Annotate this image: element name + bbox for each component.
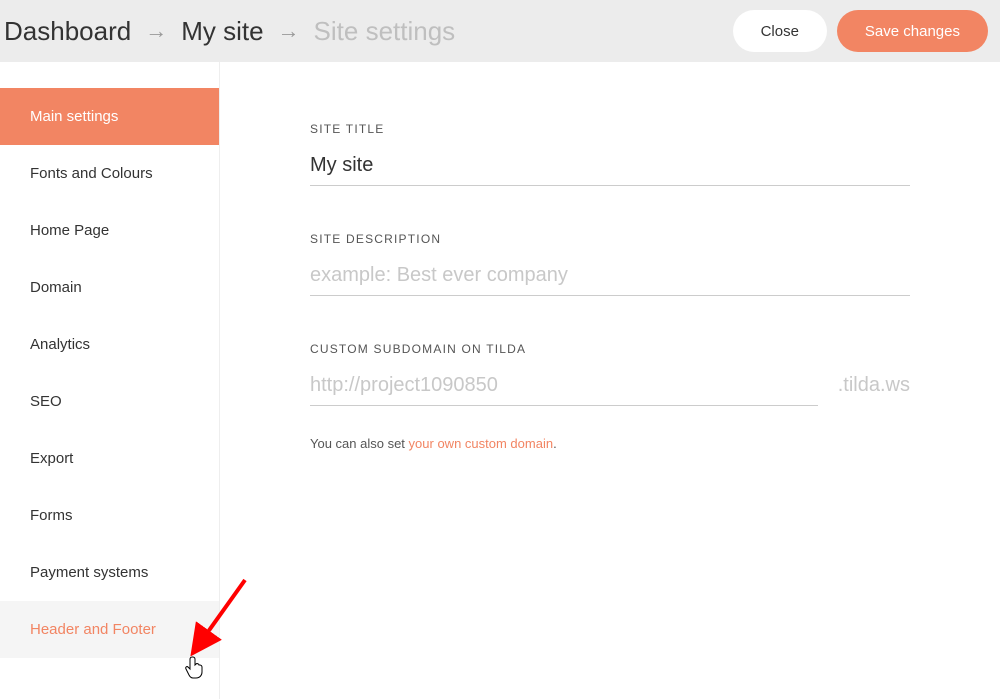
custom-domain-helper: You can also set your own custom domain. (310, 436, 910, 451)
helper-period: . (553, 436, 557, 451)
subdomain-input[interactable] (360, 370, 818, 406)
custom-domain-link[interactable]: your own custom domain (409, 436, 554, 451)
sidebar-item-fonts-colours[interactable]: Fonts and Colours (0, 145, 219, 202)
breadcrumb-current: Site settings (314, 16, 456, 47)
subdomain-field: CUSTOM SUBDOMAIN ON TILDA http:// .tilda… (310, 342, 910, 406)
body: Main settings Fonts and Colours Home Pag… (0, 62, 1000, 699)
sidebar-item-seo[interactable]: SEO (0, 373, 219, 430)
breadcrumb-dashboard[interactable]: Dashboard (4, 16, 131, 47)
sidebar-item-payment-systems[interactable]: Payment systems (0, 544, 219, 601)
sidebar-item-domain[interactable]: Domain (0, 259, 219, 316)
breadcrumb-arrow-icon: → (278, 18, 300, 44)
site-description-label: SITE DESCRIPTION (310, 232, 910, 246)
breadcrumb-arrow-icon: → (145, 18, 167, 44)
top-bar: Dashboard → My site → Site settings Clos… (0, 0, 1000, 62)
helper-text: You can also set (310, 436, 409, 451)
main-panel: SITE TITLE SITE DESCRIPTION CUSTOM SUBDO… (220, 62, 1000, 699)
sidebar-item-analytics[interactable]: Analytics (0, 316, 219, 373)
sidebar-item-main-settings[interactable]: Main settings (0, 88, 219, 145)
site-title-field: SITE TITLE (310, 122, 910, 186)
site-description-input[interactable] (310, 260, 910, 296)
sidebar-item-export[interactable]: Export (0, 430, 219, 487)
save-changes-button[interactable]: Save changes (837, 10, 988, 52)
site-title-input[interactable] (310, 150, 910, 186)
site-title-label: SITE TITLE (310, 122, 910, 136)
breadcrumb: Dashboard → My site → Site settings (4, 16, 733, 47)
subdomain-prefix: http:// (310, 374, 360, 406)
sidebar-item-forms[interactable]: Forms (0, 487, 219, 544)
sidebar-item-home-page[interactable]: Home Page (0, 202, 219, 259)
settings-sidebar: Main settings Fonts and Colours Home Pag… (0, 62, 220, 699)
subdomain-suffix: .tilda.ws (818, 374, 910, 405)
breadcrumb-site[interactable]: My site (181, 16, 263, 47)
subdomain-label: CUSTOM SUBDOMAIN ON TILDA (310, 342, 910, 356)
close-button[interactable]: Close (733, 10, 827, 52)
sidebar-item-header-footer[interactable]: Header and Footer (0, 601, 219, 658)
site-description-field: SITE DESCRIPTION (310, 232, 910, 296)
